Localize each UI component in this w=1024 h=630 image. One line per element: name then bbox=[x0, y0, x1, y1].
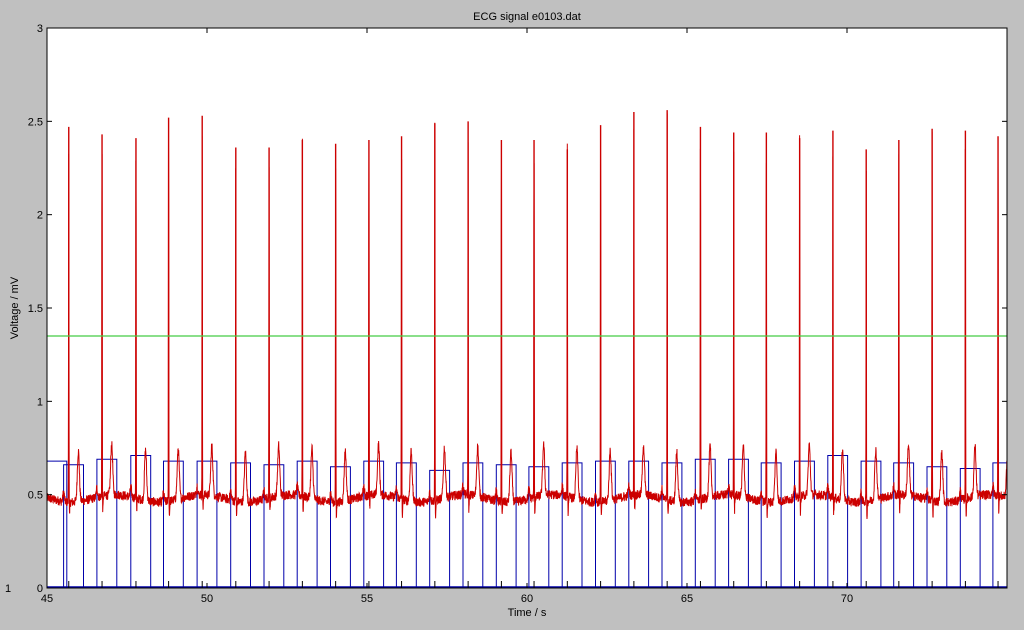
y-tick-label: 3 bbox=[37, 23, 43, 35]
y-tick-label: 2.5 bbox=[28, 116, 43, 128]
x-tick-label: 65 bbox=[681, 593, 693, 605]
y-tick-label: 0 bbox=[37, 583, 43, 595]
x-tick-label: 70 bbox=[841, 593, 853, 605]
y-tick-label: 1.5 bbox=[28, 303, 43, 315]
x-axis-label: Time / s bbox=[508, 607, 547, 619]
x-tick-label: 55 bbox=[361, 593, 373, 605]
axes-background bbox=[46, 27, 1008, 589]
figure-window: 45 50 55 60 65 70 0 0.5 1 1.5 2 2.5 3 ECG signal e0… bbox=[0, 0, 1024, 630]
y-tick-label: 0.5 bbox=[28, 490, 43, 502]
y-axis-label: Voltage / mV bbox=[9, 276, 21, 339]
ecg-figure: 45 50 55 60 65 70 00.511.522.53 ECG signal e0… bbox=[5, 11, 1008, 619]
x-tick-label: 60 bbox=[521, 593, 533, 605]
extra-left-label: 1 bbox=[5, 583, 11, 595]
y-tick-label: 1 bbox=[37, 396, 43, 408]
x-tick-label: 50 bbox=[201, 593, 213, 605]
chart-title: ECG signal e0103.dat bbox=[473, 11, 581, 23]
y-tick-label: 2 bbox=[37, 210, 43, 222]
